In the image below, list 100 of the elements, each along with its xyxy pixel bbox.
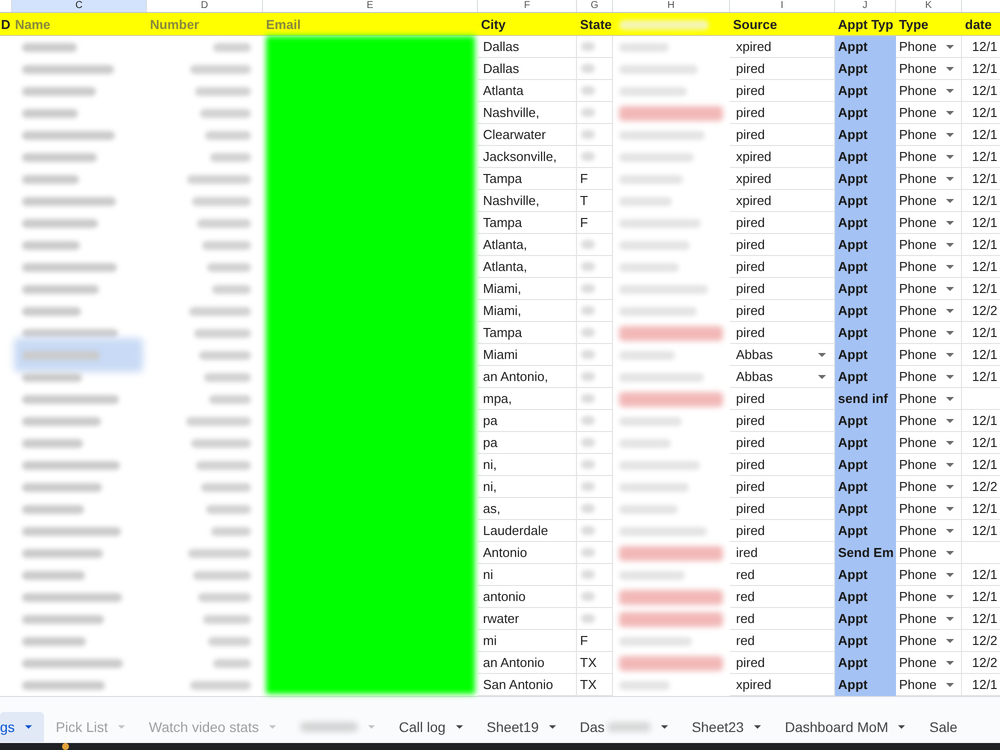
blurred-text (197, 218, 251, 228)
sheet-tab[interactable]: Sale (917, 712, 970, 742)
column-header[interactable]: G (577, 0, 613, 12)
column-header[interactable]: E (263, 0, 478, 12)
blurred-text (581, 614, 595, 623)
table-cell: Appt (835, 58, 896, 80)
dropdown-cell[interactable]: Phone (896, 410, 962, 432)
blurred-text (202, 240, 251, 250)
sheet-tab[interactable]: gs (0, 712, 44, 742)
table-cell: 12/1 (962, 344, 1000, 366)
dropdown-cell[interactable]: Phone (896, 212, 962, 234)
table-cell: 12/1 (962, 80, 1000, 102)
tab-label: Watch video stats (148, 718, 259, 736)
dropdown-cell[interactable]: Phone (896, 476, 962, 498)
column-header[interactable]: J (835, 0, 896, 12)
table-cell: 12/1 (962, 102, 1000, 124)
dropdown-cell[interactable]: Phone (896, 300, 962, 322)
column-header[interactable]: F (478, 0, 577, 12)
caret-icon (946, 572, 954, 576)
column-header[interactable]: K (896, 0, 962, 12)
table-cell: T (577, 190, 613, 212)
caret-icon (946, 88, 954, 92)
dropdown-cell[interactable]: Phone (896, 498, 962, 520)
caret-icon (946, 396, 954, 400)
blurred-text (204, 372, 251, 382)
sheet-tab[interactable]: Call log (386, 712, 475, 742)
blurred-text (581, 570, 595, 579)
blurred-text (581, 460, 595, 469)
blurred-text (581, 548, 595, 557)
dropdown-cell[interactable]: Phone (896, 652, 962, 674)
dropdown-cell[interactable]: Phone (896, 542, 962, 564)
column-header[interactable]: D (147, 0, 263, 12)
table-cell: Dallas (478, 58, 577, 80)
caret-icon (754, 725, 761, 729)
table-cell: mpa, (478, 388, 577, 410)
table-cell: Appt (835, 36, 896, 58)
table-cell: Tampa (478, 168, 577, 190)
dropdown-cell[interactable]: Phone (896, 630, 962, 652)
table-cell: Appt (835, 608, 896, 630)
sheet-tab[interactable]: Dashboard MoM (772, 712, 918, 742)
column-header[interactable]: I (730, 0, 835, 12)
dropdown-cell[interactable]: Phone (896, 146, 962, 168)
table-cell: Appt (835, 234, 896, 256)
dropdown-cell[interactable]: Phone (896, 102, 962, 124)
dropdown-cell[interactable]: Phone (896, 80, 962, 102)
sheet-tab[interactable]: Sheet23 (680, 712, 773, 742)
dropdown-cell[interactable]: Phone (896, 520, 962, 542)
caret-icon (946, 528, 954, 532)
dropdown-cell[interactable]: Phone (896, 190, 962, 212)
blurred-text (203, 614, 251, 624)
caret-icon (946, 660, 954, 664)
table-cell: 12/1 (962, 432, 1000, 454)
table-cell: Appt (835, 212, 896, 234)
dropdown-cell[interactable]: Phone (896, 366, 962, 388)
dropdown-cell[interactable]: Phone (896, 454, 962, 476)
dropdown-cell[interactable]: Phone (896, 388, 962, 410)
table-cell: 12/1 (962, 212, 1000, 234)
caret-icon (946, 44, 954, 48)
dropdown-cell[interactable]: Phone (896, 344, 962, 366)
table-cell: Appt (835, 366, 896, 388)
caret-icon (548, 725, 556, 729)
dropdown-cell[interactable]: Phone (896, 278, 962, 300)
table-cell: Appt (835, 432, 896, 454)
dropdown-cell[interactable]: Phone (896, 586, 962, 608)
blurred-text (187, 174, 251, 184)
table-cell: TX (577, 652, 613, 674)
table-cell: Appt (835, 278, 896, 300)
column-header[interactable]: H (613, 0, 730, 12)
caret-icon (946, 264, 954, 268)
dropdown-cell[interactable]: Phone (896, 234, 962, 256)
caret-icon (946, 682, 954, 686)
dropdown-cell[interactable]: Phone (896, 608, 962, 630)
table-cell: Dallas (478, 36, 577, 58)
sheet-tab[interactable]: Das (568, 712, 680, 742)
dropdown-cell[interactable]: Phone (896, 168, 962, 190)
tab-label: Das (580, 718, 605, 736)
blurred-text (189, 306, 251, 316)
caret-icon (946, 616, 954, 620)
dropdown-cell[interactable]: Phone (896, 564, 962, 586)
column-header[interactable]: C (12, 0, 147, 12)
table-cell: Atlanta (478, 80, 577, 102)
caret-icon (946, 308, 954, 312)
dropdown-cell[interactable]: Phone (896, 432, 962, 454)
dropdown-cell[interactable]: Phone (896, 36, 962, 58)
table-cell: Appt (835, 146, 896, 168)
caret-icon (946, 330, 954, 334)
dropdown-cell[interactable]: Phone (896, 58, 962, 80)
blurred-text (581, 64, 595, 73)
table-cell: 12/1 (962, 190, 1000, 212)
blurred-text (22, 438, 83, 448)
blurred-text (300, 722, 358, 732)
blurred-text (581, 482, 595, 491)
dropdown-cell[interactable]: Phone (896, 124, 962, 146)
sheet-tab[interactable]: Sheet19 (474, 712, 568, 742)
dropdown-cell[interactable]: Phone (896, 256, 962, 278)
caret-icon (946, 374, 954, 378)
header-cell-text: Type (898, 16, 930, 34)
blurred-text (205, 130, 251, 140)
table-cell: 12/1 (962, 36, 1000, 58)
dropdown-cell[interactable]: Phone (896, 322, 962, 344)
